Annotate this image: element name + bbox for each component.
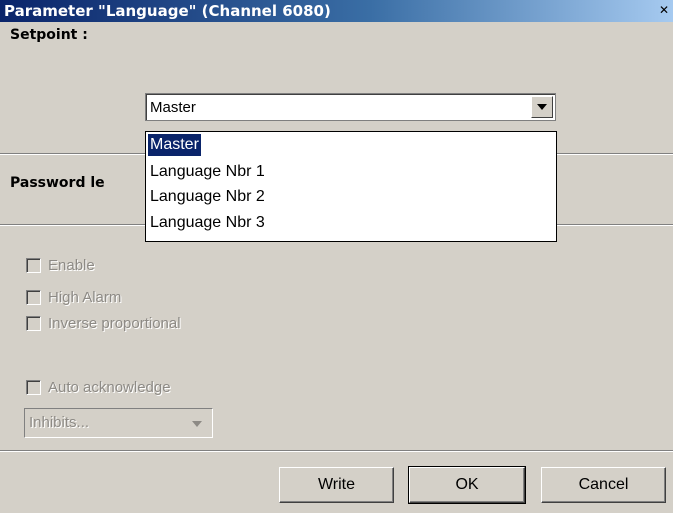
window-title: Parameter "Language" (Channel 6080) [4,2,331,20]
password-level-label: Password le [10,175,105,191]
enable-checkbox[interactable] [26,258,41,273]
dropdown-option[interactable]: Language Nbr 3 [150,212,265,234]
setpoint-label: Setpoint : [10,27,88,43]
chevron-down-icon [537,104,547,110]
dropdown-option[interactable]: Language Nbr 2 [150,186,265,208]
auto-acknowledge-checkbox[interactable] [26,380,41,395]
high-alarm-checkbox[interactable] [26,290,41,305]
setpoint-select[interactable]: Master [145,93,556,121]
setpoint-selected-value: Master [150,99,196,116]
inhibits-select[interactable]: Inhibits... [24,408,213,438]
close-icon[interactable]: ✕ [657,3,671,17]
cancel-button[interactable]: Cancel [541,467,666,503]
separator [0,450,673,452]
parameter-dialog: Parameter "Language" (Channel 6080) ✕ Se… [0,0,673,513]
inhibits-value: Inhibits... [29,414,90,431]
dropdown-option[interactable]: Master [148,134,201,156]
inverse-proportional-label: Inverse proportional [48,315,181,332]
ok-button[interactable]: OK [408,466,526,504]
chevron-down-icon [192,421,202,427]
enable-label: Enable [48,257,95,274]
setpoint-dropdown-list: Master Language Nbr 1 Language Nbr 2 Lan… [145,131,557,242]
auto-acknowledge-label: Auto acknowledge [48,379,171,396]
inverse-proportional-checkbox[interactable] [26,316,41,331]
dropdown-option[interactable]: Language Nbr 1 [150,161,265,183]
dropdown-arrow-button[interactable] [531,96,553,118]
high-alarm-label: High Alarm [48,289,122,306]
title-bar[interactable]: Parameter "Language" (Channel 6080) ✕ [0,0,673,22]
write-button[interactable]: Write [279,467,394,503]
